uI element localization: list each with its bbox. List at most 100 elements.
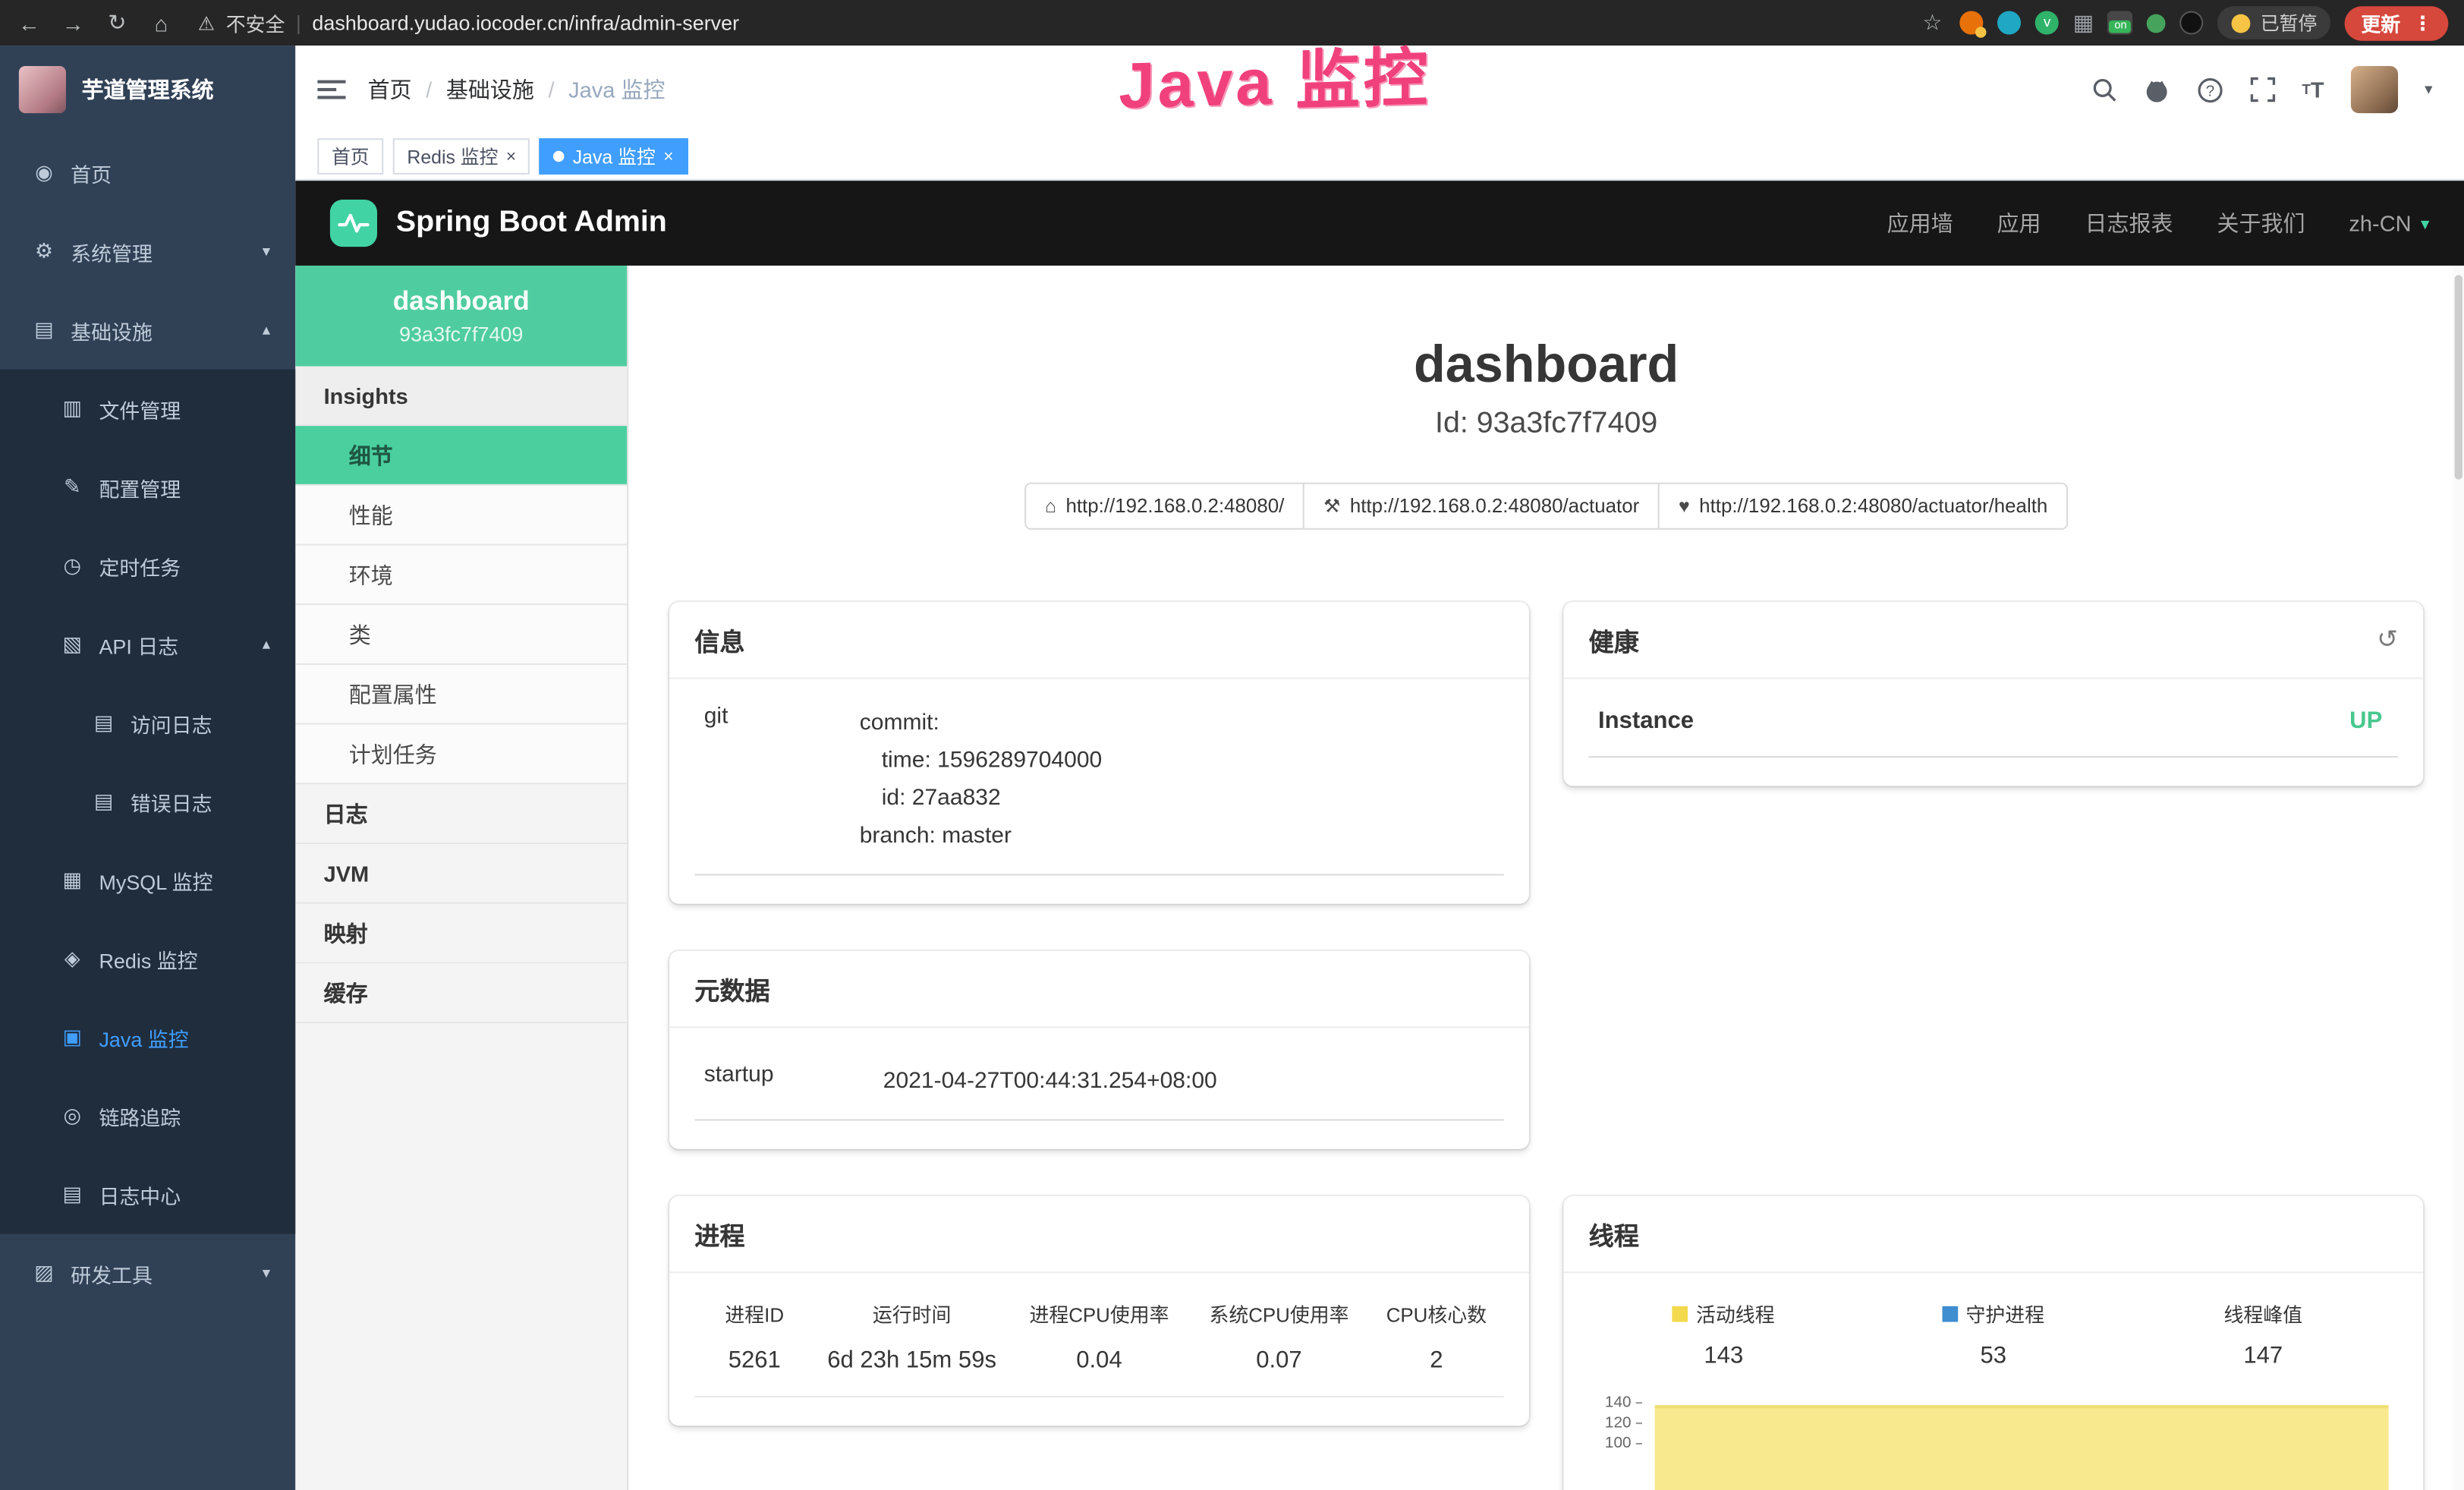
sidebar-item-config-management[interactable]: ✎ 配置管理: [0, 448, 295, 527]
tab-java-monitor[interactable]: Java 监控 ×: [540, 138, 688, 175]
ext-icon-check[interactable]: v: [2035, 11, 2059, 34]
process-uptime: 6d 23h 15m 59s: [814, 1347, 1009, 1374]
page-title: dashboard: [669, 335, 2423, 395]
bookmark-star-icon[interactable]: ☆: [1919, 9, 1946, 36]
sba-item-mappings[interactable]: 映射: [295, 904, 627, 964]
ext-icon-drop[interactable]: [1997, 11, 2021, 34]
chevron-down-icon: ▾: [263, 1265, 270, 1282]
github-icon[interactable]: [2143, 76, 2170, 102]
sidebar-item-scheduled-jobs[interactable]: ◷ 定时任务: [0, 527, 295, 606]
close-icon[interactable]: ×: [663, 147, 673, 166]
fullscreen-icon[interactable]: [2250, 77, 2275, 102]
sidebar-item-file-management[interactable]: ▥ 文件管理: [0, 370, 295, 449]
sidebar-item-java-monitor[interactable]: ▣ Java 监控: [0, 998, 295, 1077]
service-url-button[interactable]: ⌂ http://192.168.0.2:48080/: [1024, 483, 1304, 530]
chevron-up-icon: ▴: [263, 636, 270, 654]
font-size-large-t: T: [2311, 77, 2324, 102]
tab-redis-monitor[interactable]: Redis 监控 ×: [393, 138, 530, 175]
sba-item-scheduled-tasks[interactable]: 计划任务: [295, 725, 627, 785]
info-card: 信息 git commit: time: 1596289704000 id: 2…: [669, 602, 1529, 904]
home-button[interactable]: ⌂: [148, 10, 175, 35]
scrollbar[interactable]: [2453, 266, 2464, 1490]
breadcrumb-separator: /: [548, 77, 554, 102]
sba-item-performance[interactable]: 性能: [295, 486, 627, 546]
redis-icon: ◈: [60, 947, 85, 972]
search-icon[interactable]: [2091, 77, 2116, 102]
instance-header[interactable]: dashboard 93a3fc7f7409: [295, 266, 627, 367]
url-text: dashboard.yudao.iocoder.cn/infra/admin-s…: [312, 11, 739, 34]
sidebar-item-dev-tools[interactable]: ▨ 研发工具 ▾: [0, 1234, 295, 1313]
breadcrumb-home[interactable]: 首页: [368, 74, 412, 105]
sba-content: dashboard Id: 93a3fc7f7409 ⌂ http://192.…: [628, 266, 2464, 1490]
user-avatar[interactable]: [2351, 66, 2398, 113]
sba-section-insights[interactable]: Insights: [295, 366, 627, 426]
api-log-icon: ▧: [60, 632, 85, 657]
chevron-down-icon: ▾: [263, 243, 270, 260]
app-logo-area[interactable]: 芋道管理系统: [0, 46, 295, 134]
process-col-header: 系统CPU使用率: [1189, 1298, 1369, 1328]
paused-badge[interactable]: 已暂停: [2218, 6, 2331, 39]
ext-icon-fox[interactable]: [1960, 11, 1984, 34]
sba-nav-about[interactable]: 关于我们: [2217, 207, 2305, 238]
sba-item-details[interactable]: 细节: [295, 426, 627, 486]
help-icon[interactable]: ?: [2197, 76, 2223, 102]
tab-home[interactable]: 首页: [317, 138, 383, 175]
sidebar-item-tracing[interactable]: ◎ 链路追踪: [0, 1076, 295, 1155]
address-bar[interactable]: ⚠ 不安全 | dashboard.yudao.iocoder.cn/infra…: [198, 8, 739, 37]
mysql-icon: ▦: [60, 868, 85, 893]
breadcrumb: 首页 / 基础设施 / Java 监控: [368, 74, 666, 105]
process-col-header: 进程CPU使用率: [1009, 1298, 1189, 1328]
avatar-caret-icon[interactable]: ▾: [2425, 81, 2432, 99]
ext-icon-grid[interactable]: ▦: [2073, 9, 2094, 36]
sidebar-item-system-management[interactable]: ⚙ 系统管理 ▾: [0, 213, 295, 291]
update-button[interactable]: 更新 ⋮: [2346, 5, 2449, 40]
sba-item-jvm[interactable]: JVM: [295, 844, 627, 904]
health-url-button[interactable]: ♥ http://192.168.0.2:48080/actuator/heal…: [1658, 483, 2068, 530]
sidebar-item-label: Java 监控: [99, 1022, 188, 1052]
peak-threads-label: 线程峰值: [2224, 1298, 2303, 1328]
sba-nav-applications[interactable]: 应用: [1997, 207, 2041, 238]
sidebar-item-home[interactable]: ◉ 首页: [0, 134, 295, 213]
sba-nav-wallboard[interactable]: 应用墙: [1887, 207, 1953, 238]
live-threads-label: 活动线程: [1696, 1298, 1775, 1328]
live-threads-value: 143: [1589, 1342, 1858, 1369]
reload-button[interactable]: ↻: [104, 9, 131, 36]
sidebar-item-error-logs[interactable]: ▤ 错误日志: [0, 762, 295, 841]
process-card-title: 进程: [694, 1215, 744, 1253]
breadcrumb-infrastructure[interactable]: 基础设施: [446, 74, 534, 105]
wrench-icon: ⚒: [1323, 495, 1340, 517]
sidebar-item-redis-monitor[interactable]: ◈ Redis 监控: [0, 919, 295, 998]
sidebar-item-mysql-monitor[interactable]: ▦ MySQL 监控: [0, 841, 295, 920]
sidebar-collapse-icon[interactable]: [317, 79, 345, 101]
ext-icon-on-badge[interactable]: on: [2108, 11, 2133, 34]
sidebar-item-infrastructure[interactable]: ▤ 基础设施 ▴: [0, 291, 295, 370]
system-cpu: 0.07: [1189, 1347, 1369, 1374]
sba-logo-icon[interactable]: [330, 200, 377, 247]
sba-item-config-properties[interactable]: 配置属性: [295, 665, 627, 725]
ext-icon-leaf[interactable]: [2148, 14, 2167, 33]
locale-selector[interactable]: zh-CN ▾: [2349, 210, 2429, 235]
git-commit-label: commit:: [860, 704, 1504, 742]
sba-item-classes[interactable]: 类: [295, 605, 627, 665]
forward-button[interactable]: →: [60, 10, 87, 35]
browser-menu-kebab-icon[interactable]: ⋮: [2413, 11, 2433, 34]
gear-icon: ⚙: [31, 239, 56, 264]
sba-item-environment[interactable]: 环境: [295, 546, 627, 606]
process-col-header: 进程ID: [694, 1298, 814, 1328]
tab-label: Java 监控: [573, 143, 656, 169]
font-size-icon[interactable]: TT: [2302, 77, 2324, 102]
sba-item-logs[interactable]: 日志: [295, 784, 627, 844]
sba-nav-journal[interactable]: 日志报表: [2085, 207, 2173, 238]
sba-brand-title[interactable]: Spring Boot Admin: [396, 206, 667, 241]
sidebar-item-api-logs[interactable]: ▧ API 日志 ▴: [0, 605, 295, 684]
sidebar-item-log-center[interactable]: ▤ 日志中心: [0, 1155, 295, 1234]
cpu-cores: 2: [1369, 1347, 1504, 1374]
scrollbar-thumb[interactable]: [2455, 275, 2462, 479]
close-icon[interactable]: ×: [506, 147, 516, 166]
back-button[interactable]: ←: [16, 10, 42, 35]
ext-icon-paw[interactable]: [2180, 11, 2204, 34]
history-icon[interactable]: ↺: [2377, 624, 2398, 655]
actuator-url-button[interactable]: ⚒ http://192.168.0.2:48080/actuator: [1303, 483, 1660, 530]
sba-item-caches[interactable]: 缓存: [295, 963, 627, 1023]
sidebar-item-access-logs[interactable]: ▤ 访问日志: [0, 684, 295, 763]
